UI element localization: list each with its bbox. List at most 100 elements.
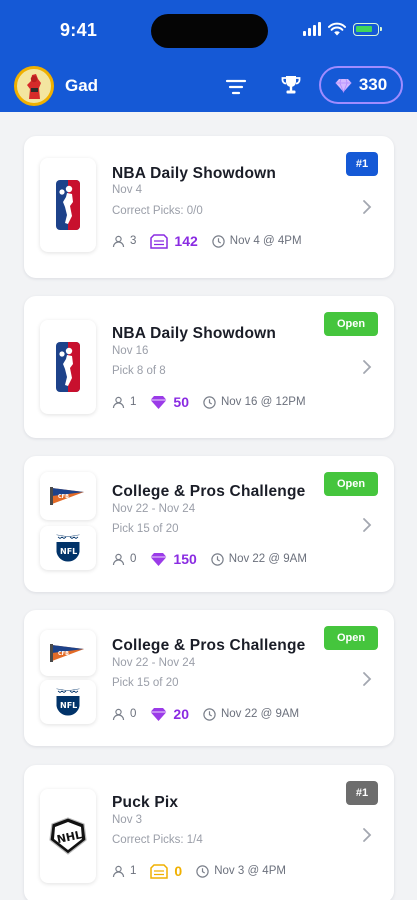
- contest-progress: Correct Picks: 1/4: [112, 834, 203, 846]
- players: 1: [112, 865, 136, 878]
- open-badge: Open: [324, 626, 378, 650]
- contest-card[interactable]: CFB NFL College & Pros Challenge Nov 22 …: [24, 456, 394, 592]
- chevron-right-icon[interactable]: [362, 359, 372, 375]
- prize: 0: [150, 863, 182, 879]
- contest-meta: 0 20 Nov 22 @ 9AM: [112, 706, 299, 722]
- contest-card[interactable]: NBA Daily Showdown Nov 16 Pick 8 of 8 1 …: [24, 296, 394, 438]
- status-time: 9:41: [60, 20, 98, 40]
- status-bar: 9:41: [0, 0, 417, 60]
- person-icon: [112, 396, 125, 408]
- contest-progress: Pick 15 of 20: [112, 523, 179, 535]
- ticket-icon: [150, 233, 169, 249]
- contest-date: Nov 4: [112, 184, 143, 196]
- college-pennant-icon: CFB: [50, 644, 84, 662]
- trophy-icon: [281, 76, 301, 94]
- signal-icon: [303, 22, 321, 36]
- mascot-avatar-icon: [27, 74, 41, 99]
- contest-progress: Correct Picks: 0/0: [112, 205, 203, 217]
- contest-title: NBA Daily Showdown: [112, 325, 277, 342]
- user-profile[interactable]: Gad: [14, 66, 98, 106]
- clock-icon: [196, 864, 209, 878]
- players: 1: [112, 396, 136, 409]
- username: Gad: [65, 76, 99, 95]
- filter-icon: [225, 79, 247, 95]
- contest-date: Nov 16: [112, 345, 149, 357]
- clock-icon: [211, 552, 224, 566]
- svg-text:NFL: NFL: [60, 547, 77, 556]
- trophy-button[interactable]: [277, 71, 305, 99]
- filter-button[interactable]: [223, 74, 249, 100]
- contest-progress: Pick 15 of 20: [112, 677, 179, 689]
- clock-icon: [203, 707, 216, 721]
- start-time: Nov 4 @ 4PM: [212, 234, 302, 248]
- players: 0: [112, 708, 136, 721]
- prize-value: 142: [174, 233, 198, 249]
- contest-title: College & Pros Challenge: [112, 637, 306, 654]
- league-logo: NFL: [40, 526, 96, 570]
- start-time: Nov 22 @ 9AM: [203, 707, 300, 721]
- start-time-text: Nov 16 @ 12PM: [220, 396, 306, 408]
- app-header: 9:41 Gad 330: [0, 0, 417, 112]
- contest-meta: 1 50 Nov 16 @ 12PM: [112, 394, 306, 410]
- league-logo: [40, 320, 96, 414]
- avatar[interactable]: [14, 66, 54, 106]
- contest-title: NBA Daily Showdown: [112, 165, 277, 182]
- contest-meta: 3 142 Nov 4 @ 4PM: [112, 233, 302, 249]
- chevron-right-icon[interactable]: [362, 517, 372, 533]
- contest-date: Nov 22 - Nov 24: [112, 657, 196, 669]
- nfl-logo-icon: NFL: [55, 533, 81, 563]
- player-count: 3: [130, 235, 137, 247]
- gem-icon: [150, 552, 167, 566]
- open-badge: Open: [324, 472, 378, 496]
- wifi-icon: [328, 22, 346, 36]
- prize-value: 50: [173, 394, 189, 410]
- gem-balance-button[interactable]: 330: [319, 66, 403, 104]
- status-icons: [303, 22, 382, 36]
- nba-logo-icon: [56, 180, 80, 230]
- svg-text:CFB: CFB: [58, 651, 69, 657]
- player-count: 1: [130, 865, 137, 877]
- contest-card[interactable]: NBA Daily Showdown Nov 4 Correct Picks: …: [24, 136, 394, 278]
- players: 3: [112, 235, 136, 248]
- start-time: Nov 22 @ 9AM: [211, 552, 307, 566]
- dynamic-island: [151, 14, 268, 48]
- nhl-logo-icon: NHL: [49, 817, 87, 855]
- contest-title: Puck Pix: [112, 794, 179, 811]
- person-icon: [112, 553, 125, 565]
- contest-meta: 1 0 Nov 3 @ 4PM: [112, 863, 286, 879]
- ticket-gold-icon: [150, 863, 169, 879]
- league-logo: CFB: [40, 630, 96, 676]
- gem-count: 330: [358, 75, 388, 94]
- start-time-text: Nov 3 @ 4PM: [214, 865, 286, 877]
- rank-badge: #1: [346, 781, 378, 805]
- svg-text:CFB: CFB: [58, 494, 69, 500]
- gem-icon: [150, 395, 167, 409]
- start-time: Nov 16 @ 12PM: [203, 395, 306, 409]
- contest-progress: Pick 8 of 8: [112, 365, 166, 377]
- player-count: 0: [130, 708, 137, 720]
- chevron-right-icon[interactable]: [362, 199, 372, 215]
- gem-icon: [150, 707, 167, 721]
- nba-logo-icon: [56, 342, 80, 392]
- start-time-text: Nov 22 @ 9AM: [220, 708, 300, 720]
- start-time-text: Nov 22 @ 9AM: [228, 553, 307, 565]
- contest-card[interactable]: NHL Puck Pix Nov 3 Correct Picks: 1/4 1 …: [24, 765, 394, 900]
- person-icon: [112, 235, 125, 247]
- start-time-text: Nov 4 @ 4PM: [229, 235, 302, 247]
- contest-date: Nov 3: [112, 814, 143, 826]
- nfl-logo-icon: NFL: [55, 687, 81, 717]
- prize-value: 20: [173, 706, 189, 722]
- prize: 150: [150, 551, 197, 567]
- open-badge: Open: [324, 312, 378, 336]
- players: 0: [112, 553, 136, 566]
- league-logo: [40, 158, 96, 252]
- chevron-right-icon[interactable]: [362, 827, 372, 843]
- player-count: 1: [130, 396, 137, 408]
- prize-value: 0: [174, 863, 183, 879]
- prize: 50: [150, 394, 189, 410]
- contest-date: Nov 22 - Nov 24: [112, 503, 196, 515]
- league-logo: NHL: [40, 789, 96, 883]
- chevron-right-icon[interactable]: [362, 671, 372, 687]
- contest-card[interactable]: CFB NFL College & Pros Challenge Nov 22 …: [24, 610, 394, 746]
- player-count: 0: [130, 553, 137, 565]
